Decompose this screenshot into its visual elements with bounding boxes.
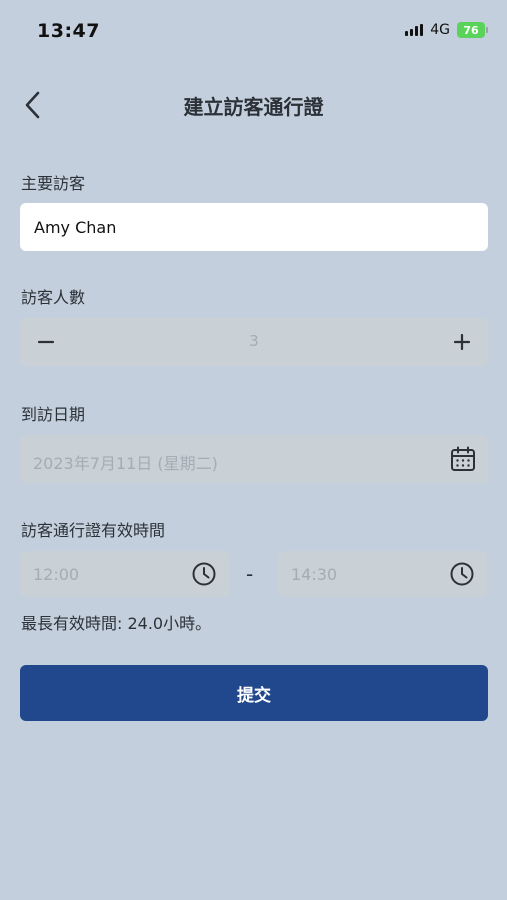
primary-visitor-input[interactable] xyxy=(20,203,488,251)
end-time-value: 14:30 xyxy=(291,565,338,584)
increment-button[interactable] xyxy=(438,318,486,366)
network-type: 4G xyxy=(430,22,450,38)
start-time-value: 12:00 xyxy=(33,565,80,584)
plus-icon xyxy=(453,333,471,351)
visitor-count-stepper: 3 xyxy=(20,318,488,366)
screen: 13:47 4G 76 建立訪客通行證 主要訪客 訪客人數 3 xyxy=(0,0,507,900)
clock-icon xyxy=(450,562,474,586)
start-time-field[interactable]: 12:00 xyxy=(20,551,229,597)
visit-date-value: 2023年7月11日 (星期二) xyxy=(33,454,218,473)
visit-date-label: 到訪日期 xyxy=(21,405,86,424)
clock-icon xyxy=(192,562,216,586)
calendar-icon xyxy=(451,446,475,471)
status-time: 13:47 xyxy=(37,20,100,42)
visitor-count-label: 訪客人數 xyxy=(21,288,86,307)
status-indicators: 4G 76 xyxy=(405,22,488,38)
visit-date-field[interactable]: 2023年7月11日 (星期二) xyxy=(20,435,488,483)
visitor-count-value: 3 xyxy=(249,332,259,350)
signal-icon xyxy=(405,24,424,36)
submit-button[interactable]: 提交 xyxy=(20,665,488,721)
max-validity-hint: 最長有效時間: 24.0小時。 xyxy=(21,614,212,633)
battery-level: 76 xyxy=(463,23,479,37)
validity-label: 訪客通行證有效時間 xyxy=(21,521,166,540)
page-title: 建立訪客通行證 xyxy=(183,95,324,119)
primary-visitor-label: 主要訪客 xyxy=(21,174,86,193)
battery-icon: 76 xyxy=(457,22,488,38)
time-separator: - xyxy=(246,562,254,586)
end-time-field[interactable]: 14:30 xyxy=(278,551,487,597)
